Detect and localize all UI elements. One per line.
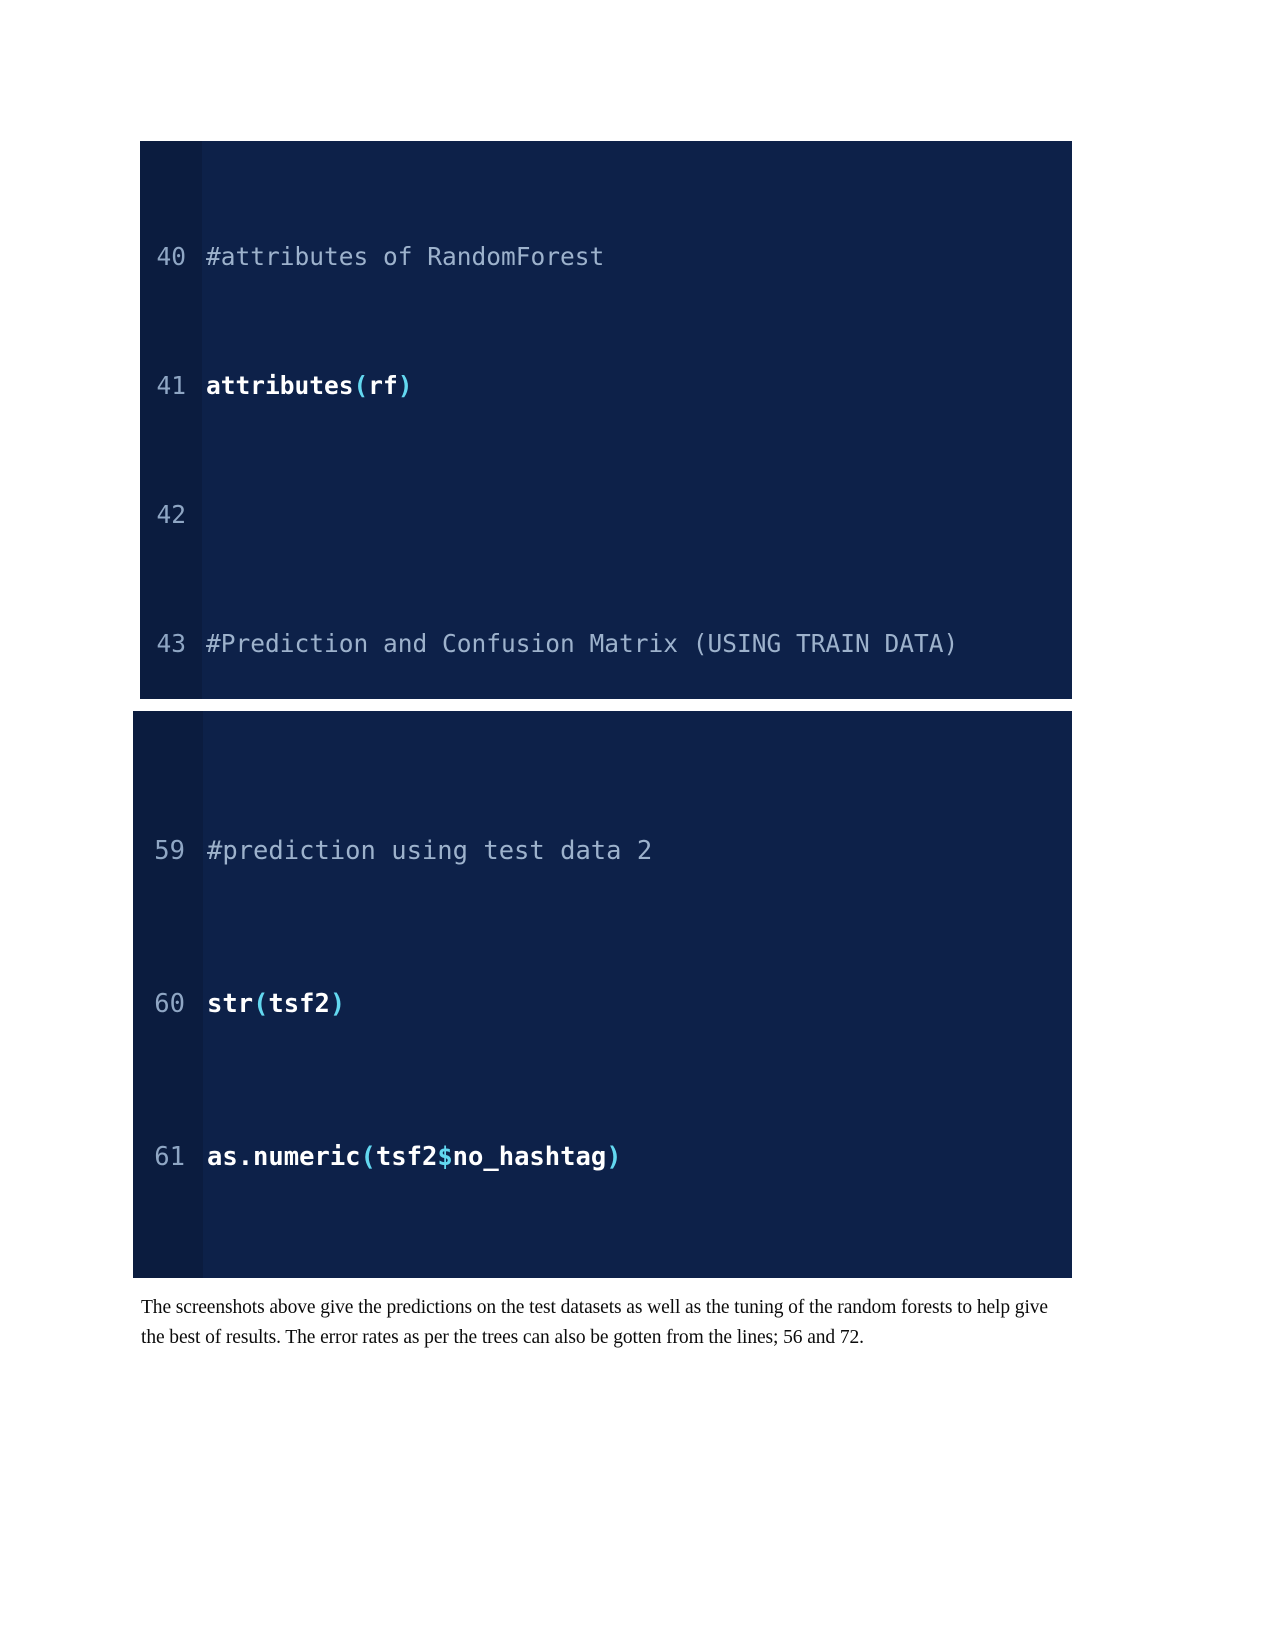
line-number: 42 — [156, 500, 186, 530]
line-number: 60 — [154, 989, 185, 1020]
document-page: 40 #attributes of RandomForest 41 attribut… — [0, 0, 1275, 1651]
caption-paragraph: The screenshots above give the predictio… — [141, 1293, 1069, 1352]
code-lines-1: 40 #attributes of RandomForest 41 attribut… — [140, 141, 1072, 699]
line-number: 41 — [156, 371, 186, 401]
code-line: 41 attributes(rf) — [140, 370, 1072, 402]
line-number: 40 — [156, 241, 186, 271]
line-text: #prediction using test data 2 — [207, 835, 653, 866]
code-line: 61 as.numeric(tsf2$no_hashtag) — [133, 1138, 1072, 1176]
line-text: attributes(rf) — [206, 371, 413, 401]
code-line: 59 #prediction using test data 2 — [133, 832, 1072, 870]
code-line: 60 str(tsf2) — [133, 985, 1072, 1023]
line-text: str(tsf2) — [207, 989, 346, 1020]
code-line: 43 #Prediction and Confusion Matrix (USIN… — [140, 628, 1072, 660]
code-screenshot-2: 59 #prediction using test data 2 60 str(ts… — [133, 711, 1072, 1278]
line-text: as.numeric(tsf2$no_hashtag) — [207, 1142, 622, 1173]
line-number: 43 — [156, 629, 186, 659]
line-text: #Prediction and Confusion Matrix (USING … — [206, 629, 959, 659]
line-number: 59 — [154, 835, 185, 866]
code-line: 40 #attributes of RandomForest — [140, 241, 1072, 273]
line-number: 61 — [154, 1142, 185, 1173]
caption-text: The screenshots above give the predictio… — [141, 1297, 1048, 1348]
code-screenshot-1: 40 #attributes of RandomForest 41 attribut… — [140, 141, 1072, 699]
line-text: #attributes of RandomForest — [206, 241, 605, 271]
code-lines-2: 59 #prediction using test data 2 60 str(ts… — [133, 711, 1072, 1278]
code-line: 42 — [140, 499, 1072, 531]
